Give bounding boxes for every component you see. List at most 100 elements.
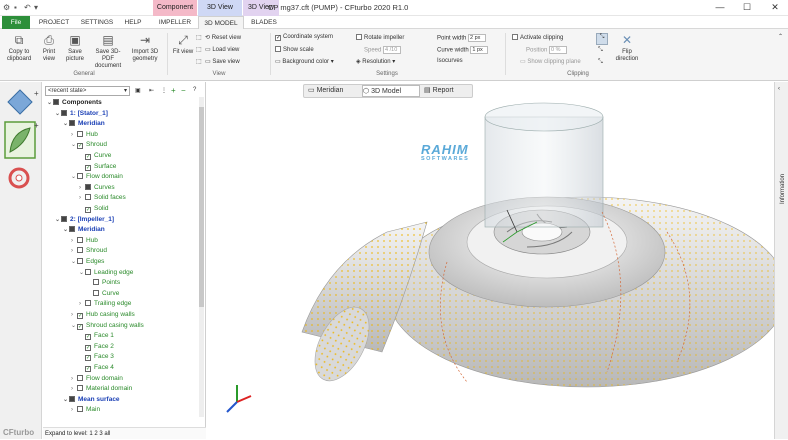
tree-item[interactable]: ⌄ ✓ Shroud	[71, 140, 107, 150]
clip-z-icon[interactable]: ⤡	[598, 59, 603, 66]
show-scale-checkbox[interactable]: Show scale	[275, 46, 314, 53]
tree-item[interactable]: › Shroud	[71, 246, 107, 256]
visibility-checkbox[interactable]	[53, 99, 59, 105]
clip-x-icon[interactable]: ⤡	[596, 33, 608, 45]
visibility-checkbox[interactable]: ✓	[85, 164, 91, 171]
tree-item[interactable]: ✓ Solid	[79, 204, 108, 214]
load-view-button[interactable]: ▭ Load view	[205, 46, 239, 53]
coordinate-system-checkbox[interactable]: ✓ Coordinate system	[275, 34, 333, 41]
expand-level-bar[interactable]: Expand to level: 1 2 3 all	[43, 427, 206, 439]
tab-help[interactable]: HELP	[122, 16, 144, 29]
expand-icon[interactable]: ⇤	[149, 87, 154, 94]
save-icon[interactable]: ▪	[14, 3, 17, 12]
tree-item[interactable]: ✓ Surface	[79, 162, 116, 172]
undo-icon[interactable]: ↶	[24, 3, 31, 12]
save-3d-pdf-button[interactable]: ▤ Save 3D-PDF document	[90, 33, 126, 70]
curve-width-field[interactable]: Curve width 1 px	[437, 46, 489, 54]
visibility-checkbox[interactable]	[85, 300, 91, 307]
3d-viewport[interactable]: ▭ Meridian ⬡ 3D Model ▤ Report RAHIM SOF…	[207, 82, 774, 439]
view-cube-icon[interactable]: ⬚	[196, 34, 202, 41]
tree-item[interactable]: ⌄ 2: [Impeller_1]	[55, 215, 114, 225]
collapse-icon[interactable]: ▣	[135, 87, 141, 94]
point-width-field[interactable]: Point width 2 px	[437, 34, 487, 42]
remove-icon[interactable]: −	[181, 86, 186, 95]
view-axis-icon[interactable]: ⬚	[196, 46, 202, 53]
visibility-checkbox[interactable]: ✓	[85, 154, 91, 160]
tree-item[interactable]: › Material domain	[71, 384, 132, 394]
tree-item[interactable]: Points	[87, 278, 120, 288]
save-picture-button[interactable]: ▣ Save picture	[62, 33, 88, 63]
visibility-checkbox[interactable]	[85, 194, 91, 201]
tab-meridian[interactable]: ▭ Meridian	[308, 85, 360, 97]
visibility-checkbox[interactable]: ✓	[85, 334, 91, 341]
clipping-position-field[interactable]: Position 0 %	[526, 46, 568, 54]
flip-direction-button[interactable]: ✕ Flip direction	[612, 33, 642, 63]
tree-item[interactable]: ⌄ Mean surface	[63, 395, 120, 405]
state-select[interactable]: <recent state>	[45, 86, 130, 96]
tree-item[interactable]: ✓ Face 3	[79, 352, 114, 362]
isocurves-field[interactable]: Isocurves	[437, 58, 463, 64]
clip-y-icon[interactable]: ⤡	[598, 47, 603, 54]
view-side-icon[interactable]: ⬚	[196, 58, 202, 65]
save-view-button[interactable]: ▭ Save view	[205, 58, 240, 65]
tree-item[interactable]: › Main	[71, 405, 100, 415]
tree-item[interactable]: › Hub	[71, 236, 98, 246]
fit-view-button[interactable]: ⤢ Fit view	[172, 33, 194, 56]
visibility-checkbox[interactable]	[77, 385, 83, 392]
tree-item[interactable]: › ✓ Hub casing walls	[71, 310, 135, 320]
visibility-checkbox[interactable]: ✓	[77, 313, 83, 319]
visibility-checkbox[interactable]	[77, 130, 83, 137]
tab-file[interactable]: File	[2, 16, 30, 29]
copy-to-clipboard-button[interactable]: ⧉ Copy to clipboard	[4, 33, 34, 63]
add-icon[interactable]: +	[171, 86, 176, 95]
tab-3d-model-view[interactable]: ⬡ 3D Model	[362, 85, 420, 97]
tree-item[interactable]: › Trailing edge	[79, 299, 131, 309]
tree-item[interactable]: ✓ Face 4	[79, 363, 114, 373]
print-view-button[interactable]: ⎙ Print view	[38, 33, 60, 63]
add-stator-icon[interactable]: +	[34, 89, 39, 98]
visibility-checkbox[interactable]	[69, 395, 75, 402]
state-dropdown-icon[interactable]: ▾	[124, 87, 127, 94]
visibility-checkbox[interactable]	[85, 268, 91, 275]
visibility-checkbox[interactable]	[77, 236, 83, 243]
volute-component-icon[interactable]	[8, 167, 30, 189]
visibility-checkbox[interactable]	[77, 374, 83, 381]
activate-clipping-checkbox[interactable]: Activate clipping	[512, 34, 563, 41]
tree-item[interactable]: ⌄ 1: [Stator_1]	[55, 109, 108, 119]
tree-item[interactable]: ⌄ Flow domain	[71, 172, 123, 182]
speed-field[interactable]: Speed 4 /10	[364, 46, 402, 54]
visibility-checkbox[interactable]	[77, 247, 83, 254]
visibility-checkbox[interactable]: ✓	[85, 366, 91, 372]
info-collapse-icon[interactable]: ‹	[778, 86, 780, 92]
information-sidebar[interactable]: ‹ Information	[774, 82, 788, 439]
import-3d-geometry-button[interactable]: ⇥ Import 3D geometry	[128, 33, 162, 63]
visibility-checkbox[interactable]: ✓	[85, 207, 91, 213]
tree-item[interactable]: › Curves	[79, 183, 115, 193]
visibility-checkbox[interactable]	[69, 226, 75, 233]
visibility-checkbox[interactable]	[77, 406, 83, 413]
tab-3d-model[interactable]: 3D MODEL	[198, 16, 244, 29]
tree-item[interactable]: Curve	[87, 289, 119, 299]
visibility-checkbox[interactable]	[77, 173, 83, 180]
add-impeller-icon[interactable]: +	[34, 121, 39, 130]
show-clipping-plane-checkbox[interactable]: ▭ Show clipping plane	[520, 58, 581, 65]
reset-view-button[interactable]: ⟲ Reset view	[205, 34, 241, 41]
tree-item[interactable]: ⌄ ✓ Shroud casing walls	[71, 321, 144, 331]
tree-item[interactable]: ⌄ Meridian	[63, 119, 105, 129]
tab-blades[interactable]: BLADES	[249, 16, 279, 29]
tree-scrollbar[interactable]	[199, 97, 204, 417]
tree-item[interactable]: ⌄ Meridian	[63, 225, 105, 235]
tree-item[interactable]: › Solid faces	[79, 193, 126, 203]
tab-impeller[interactable]: IMPELLER	[155, 16, 195, 29]
minimize-button[interactable]: —	[713, 2, 727, 12]
quick-access-dropdown-icon[interactable]: ▾	[34, 3, 38, 12]
help-icon[interactable]: ?	[193, 87, 196, 93]
background-color-button[interactable]: ▭ Background color ▾	[275, 58, 334, 65]
visibility-checkbox[interactable]	[69, 120, 75, 127]
ribbon-collapse-icon[interactable]: ⌃	[778, 33, 783, 40]
maximize-button[interactable]: ☐	[740, 2, 754, 13]
visibility-checkbox[interactable]	[61, 109, 67, 116]
tree-item[interactable]: ✓ Face 1	[79, 331, 114, 341]
visibility-checkbox[interactable]: ✓	[77, 323, 83, 330]
visibility-checkbox[interactable]	[77, 258, 83, 264]
